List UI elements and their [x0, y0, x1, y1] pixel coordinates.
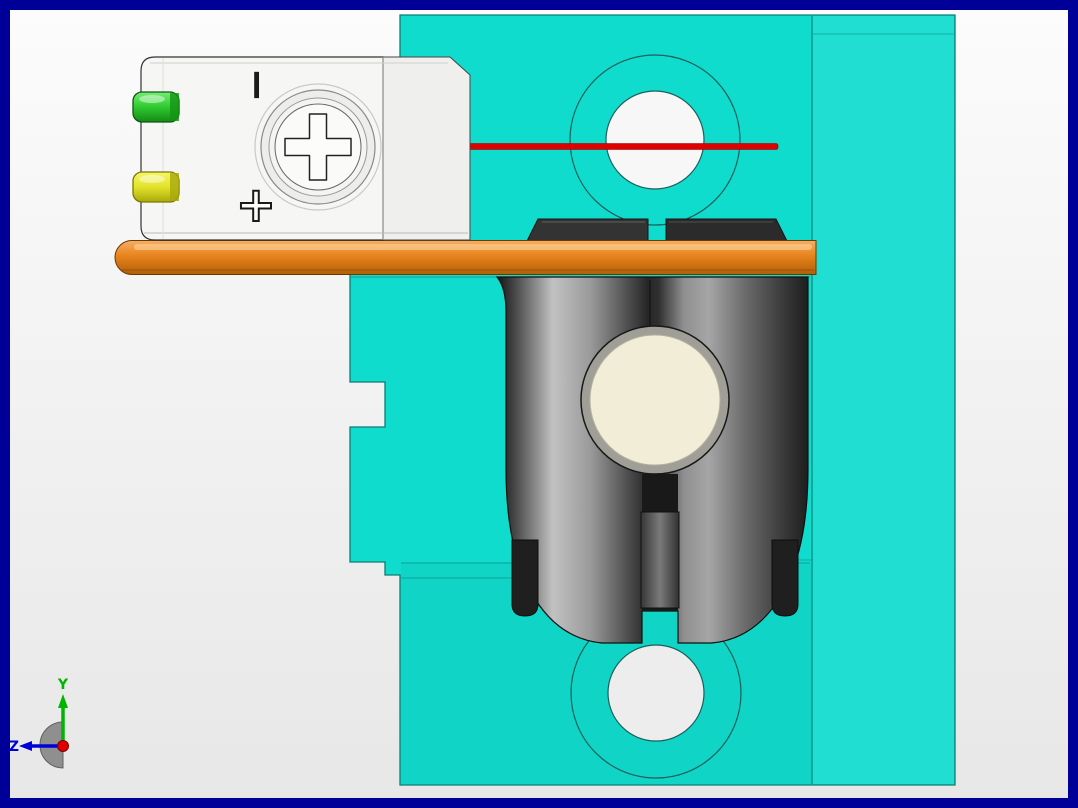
clevis-pin[interactable] — [640, 511, 680, 609]
yellow-connector-highlight — [139, 175, 165, 183]
mounting-plate-highlight — [134, 244, 812, 250]
pivot-axis-line[interactable] — [465, 143, 779, 150]
green-connector-highlight — [139, 95, 165, 103]
mounting-plate-part[interactable] — [114, 240, 817, 275]
z-axis-label: Z — [9, 739, 19, 755]
clamp-side-block[interactable] — [382, 56, 471, 241]
cad-viewport: − + Y Z — [0, 0, 1078, 808]
yellow-connector[interactable] — [132, 171, 180, 203]
green-connector[interactable] — [132, 91, 180, 123]
x-axis-dot[interactable] — [57, 740, 69, 752]
clevis-left-ear[interactable] — [511, 539, 539, 617]
green-connector-cap — [170, 93, 179, 121]
clevis-yoke-part[interactable] — [495, 276, 809, 644]
bottom-bore-hole[interactable] — [607, 644, 705, 742]
minus-marking: − — [234, 67, 283, 102]
plus-marking: + — [236, 177, 276, 233]
terminal-clamp-part[interactable]: − + — [132, 56, 471, 241]
bracket-side-face — [813, 16, 954, 784]
model-view-canvas: − + Y Z — [0, 0, 1078, 808]
y-axis-label: Y — [57, 677, 69, 693]
cross-bore-bushing[interactable] — [589, 334, 721, 466]
clevis-right-ear[interactable] — [771, 539, 799, 617]
yellow-connector-cap — [170, 173, 179, 201]
top-bore-hole[interactable] — [605, 90, 705, 190]
